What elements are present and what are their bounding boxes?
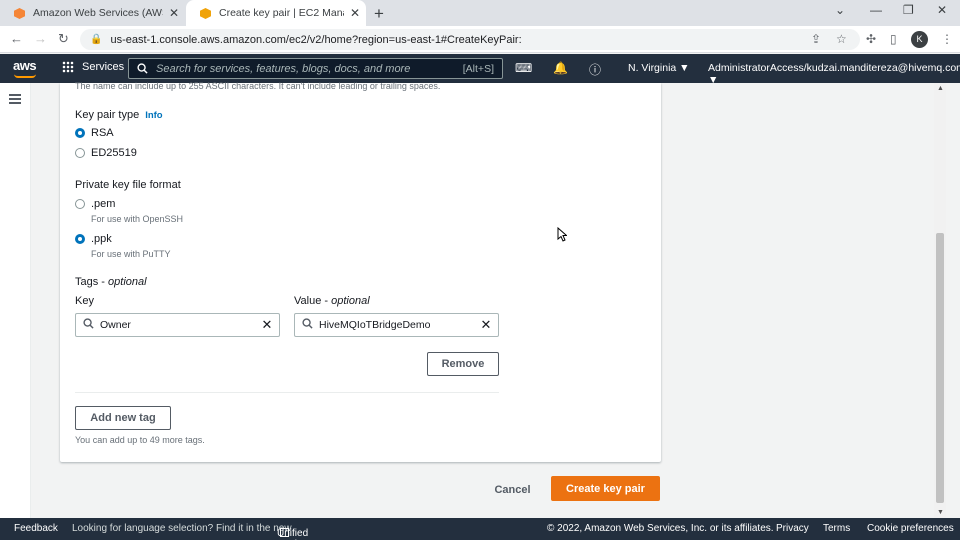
divider xyxy=(75,392,499,393)
search-icon xyxy=(295,318,319,332)
new-tab-plus-icon[interactable]: + xyxy=(374,4,384,24)
tags-optional-text: optional xyxy=(108,276,147,288)
privacy-link[interactable]: Privacy xyxy=(776,523,809,534)
name-hint-text: The name can include up to 255 ASCII cha… xyxy=(75,81,441,91)
console-search-input[interactable] xyxy=(156,62,463,75)
feedback-link[interactable]: Feedback xyxy=(14,523,58,534)
clear-icon[interactable]: ✕ xyxy=(474,317,498,333)
help-icon[interactable]: ⓘ xyxy=(589,61,601,78)
side-panel-icon[interactable]: ▯ xyxy=(890,32,897,46)
url-text: us-east-1.console.aws.amazon.com/ec2/v2/… xyxy=(110,33,522,46)
back-arrow-icon[interactable]: ← xyxy=(10,31,23,46)
terms-link[interactable]: Terms xyxy=(823,523,850,534)
key-pair-type-text: Key pair type xyxy=(75,109,140,121)
external-link-icon xyxy=(280,528,289,537)
side-navigation-rail xyxy=(0,83,31,518)
console-footer: Feedback Looking for language selection?… xyxy=(0,518,960,540)
ppk-radio[interactable] xyxy=(75,234,85,244)
search-shortcut-hint: [Alt+S] xyxy=(462,62,494,75)
account-menu[interactable]: AdministratorAccess/kudzai.manditereza@h… xyxy=(708,62,960,86)
notifications-bell-icon[interactable]: 🔔 xyxy=(553,61,568,75)
rsa-label: RSA xyxy=(91,127,114,139)
tag-value-header: Value - optional xyxy=(294,295,370,307)
tags-label: Tags - optional xyxy=(75,276,147,288)
pem-label: .pem xyxy=(91,198,116,210)
window-close-icon[interactable]: ✕ xyxy=(937,3,947,17)
ppk-label: .ppk xyxy=(91,233,112,245)
grid-icon xyxy=(62,61,74,73)
tab-title: Create key pair | EC2 Management xyxy=(219,7,344,19)
browser-tab-strip: Amazon Web Services (AWS) ✕ Create key p… xyxy=(0,0,960,26)
remove-tag-button[interactable]: Remove xyxy=(427,352,499,376)
scrollbar-thumb[interactable] xyxy=(936,233,944,503)
caret-down-icon: ▼ xyxy=(679,62,690,74)
aws-top-nav: aws Services [Alt+S] ⌨ 🔔 ⓘ N. Virginia ▼… xyxy=(0,54,960,86)
close-icon[interactable]: ✕ xyxy=(344,6,366,20)
pem-radio[interactable] xyxy=(75,199,85,209)
language-hint: Looking for language selection? Find it … xyxy=(72,523,292,534)
account-label: AdministratorAccess/kudzai.manditereza@h… xyxy=(708,62,960,74)
tab-title: Amazon Web Services (AWS) xyxy=(33,7,163,19)
profile-avatar[interactable]: K xyxy=(911,31,928,48)
tag-key-field[interactable]: ✕ xyxy=(75,313,280,337)
tags-text: Tags xyxy=(75,276,99,288)
region-selector[interactable]: N. Virginia ▼ xyxy=(628,62,690,74)
forward-arrow-icon[interactable]: → xyxy=(34,31,47,46)
share-icon[interactable]: ⇪ xyxy=(811,32,821,46)
copyright-text: © 2022, Amazon Web Services, Inc. or its… xyxy=(547,523,774,534)
aws-cube-icon xyxy=(14,7,25,19)
region-label: N. Virginia xyxy=(628,62,677,74)
address-bar-row: ← → ↻ 🔒 us-east-1.console.aws.amazon.com… xyxy=(0,26,960,53)
browser-tab-aws[interactable]: Amazon Web Services (AWS) ✕ xyxy=(0,0,185,26)
ec2-cube-icon xyxy=(200,7,211,19)
info-link[interactable]: Info xyxy=(145,110,162,121)
browser-menu-icon[interactable]: ⋮ xyxy=(941,32,953,46)
tag-key-header: Key xyxy=(75,295,94,307)
aws-logo[interactable]: aws xyxy=(13,58,37,73)
scroll-up-arrow-icon[interactable]: ▲ xyxy=(937,85,944,92)
tag-value-text: Value xyxy=(294,295,322,307)
cancel-button[interactable]: Cancel xyxy=(490,478,535,502)
services-menu-button[interactable]: Services xyxy=(62,61,124,73)
cloudshell-icon[interactable]: ⌨ xyxy=(515,61,532,75)
ppk-description: For use with PuTTY xyxy=(91,249,171,259)
rsa-radio[interactable] xyxy=(75,128,85,138)
services-label: Services xyxy=(82,61,125,73)
console-search[interactable]: [Alt+S] xyxy=(128,58,503,79)
clear-icon[interactable]: ✕ xyxy=(255,317,279,333)
search-icon xyxy=(137,63,148,74)
aws-logo-smile xyxy=(14,74,36,78)
url-field[interactable]: 🔒 us-east-1.console.aws.amazon.com/ec2/v… xyxy=(80,29,860,50)
tag-limit-hint: You can add up to 49 more tags. xyxy=(75,435,205,445)
close-icon[interactable]: ✕ xyxy=(163,6,185,20)
tag-key-input[interactable] xyxy=(100,319,255,331)
bookmark-star-icon[interactable]: ☆ xyxy=(836,32,847,46)
key-pair-form-card: The name can include up to 255 ASCII cha… xyxy=(60,81,661,462)
key-pair-type-label: Key pair type Info xyxy=(75,109,163,121)
create-key-pair-button[interactable]: Create key pair xyxy=(551,476,660,501)
restore-icon[interactable]: ❐ xyxy=(903,3,914,17)
browser-tab-create-key-pair[interactable]: Create key pair | EC2 Management ✕ xyxy=(186,0,366,26)
tag-value-field[interactable]: ✕ xyxy=(294,313,499,337)
private-key-format-label: Private key file format xyxy=(75,179,181,191)
add-new-tag-button[interactable]: Add new tag xyxy=(75,406,171,430)
tag-value-input[interactable] xyxy=(319,319,474,331)
ed25519-radio[interactable] xyxy=(75,148,85,158)
extensions-puzzle-icon[interactable]: ✣ xyxy=(866,32,876,46)
scroll-down-arrow-icon[interactable]: ▼ xyxy=(937,509,944,516)
caret-down-icon: ▼ xyxy=(708,74,719,86)
page-scrollbar[interactable]: ▲ ▼ xyxy=(934,83,946,518)
hamburger-menu-icon[interactable] xyxy=(9,94,21,104)
minimize-icon[interactable]: — xyxy=(870,3,882,17)
reload-icon[interactable]: ↻ xyxy=(58,31,69,47)
tab-search-chevron-icon[interactable]: ⌄ xyxy=(835,3,845,17)
search-icon xyxy=(76,318,100,332)
cookie-preferences-link[interactable]: Cookie preferences xyxy=(867,523,954,534)
pem-description: For use with OpenSSH xyxy=(91,214,184,224)
mouse-cursor-icon xyxy=(557,227,567,242)
ed25519-label: ED25519 xyxy=(91,147,137,159)
tag-value-optional-text: optional xyxy=(331,295,370,307)
lock-icon: 🔒 xyxy=(90,34,103,45)
